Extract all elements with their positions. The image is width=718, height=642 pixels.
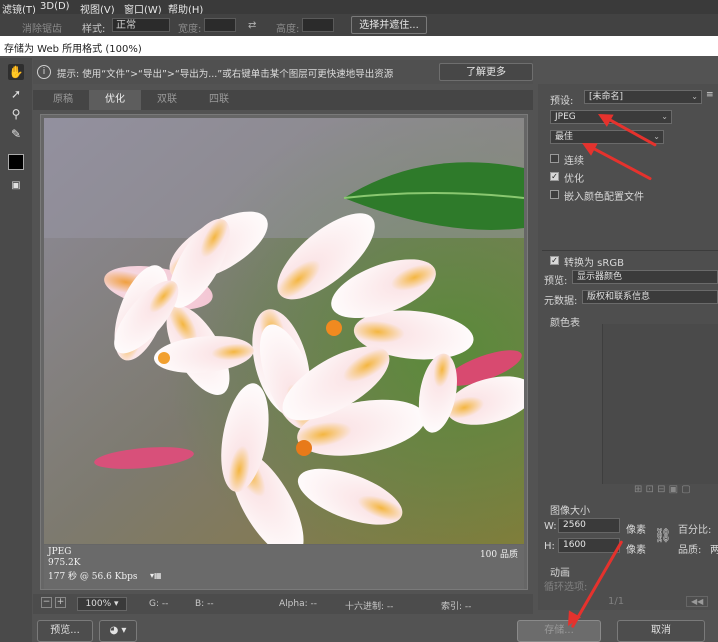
antialias-label: 消除锯齿 (22, 24, 62, 35)
tab-optimized[interactable]: 优化 (89, 90, 141, 110)
options-bar: 消除锯齿 样式: 正常 宽度: ⇄ 高度: 选择并遮住... (0, 14, 718, 36)
info-quality: 100 品质 (479, 550, 518, 560)
width-label: 宽度: (178, 24, 202, 35)
status-alpha: Alpha: -- (279, 599, 317, 609)
preset-label: 预设: (550, 96, 574, 107)
zoom-tool-icon[interactable]: ⚲ (8, 106, 24, 122)
chevron-down-icon: ⌄ (691, 92, 698, 101)
zoom-level-value: 100% (85, 599, 112, 609)
info-download-time: 177 秒 @ 56.6 Kbps (48, 572, 138, 582)
animation-label: 动画 (550, 568, 570, 579)
image-size-label: 图像大小 (550, 506, 590, 517)
tab-original[interactable]: 原稿 (37, 90, 89, 110)
zoom-in-icon[interactable]: + (55, 597, 66, 608)
info-icon: i (37, 65, 51, 79)
image-width-input[interactable]: 2560 (558, 518, 620, 533)
eyedropper-color-swatch[interactable] (8, 154, 24, 170)
preset-value: [未命名] (589, 92, 624, 102)
width-input[interactable] (204, 18, 236, 32)
height-px-label: H: (544, 541, 555, 552)
divider (542, 250, 718, 251)
preview-panel: JPEG 975.2K 177 秒 @ 56.6 Kbps ▾▦ 100 品质 (40, 114, 528, 590)
height-unit: 像素 (626, 545, 646, 556)
chevron-down-icon: ⌄ (661, 112, 668, 121)
left-toolbar: ✋ ➚ ⚲ ✎ ▣ (0, 58, 32, 642)
preview-image[interactable] (44, 118, 524, 544)
progressive-label: 连续 (564, 156, 584, 167)
swap-icon[interactable]: ⇄ (248, 20, 256, 31)
image-height-input[interactable]: 1600 (558, 538, 620, 553)
cancel-button[interactable]: 取消 (617, 620, 705, 642)
convert-srgb-checkbox[interactable]: ✓ (550, 256, 559, 265)
quality-preset-value: 最佳 (555, 132, 574, 142)
embed-profile-checkbox[interactable] (550, 190, 559, 199)
metadata-label: 元数据: (544, 296, 578, 307)
bottom-bar: 预览... ◕ ▾ 存储... 取消 (33, 616, 718, 642)
info-format: JPEG (48, 547, 72, 557)
optimized-checkbox[interactable]: ✓ (550, 172, 559, 181)
height-label: 高度: (276, 24, 300, 35)
view-tabs: 原稿 优化 双联 四联 (33, 90, 533, 110)
status-g: G: -- (149, 599, 169, 609)
style-label: 样式: (82, 24, 106, 35)
status-b: B: -- (195, 599, 214, 609)
height-input[interactable] (302, 18, 334, 32)
color-table-tools-icon[interactable]: ⊞ ⊡ ⊟ ▣ ▢ (634, 484, 691, 495)
chevron-down-icon: ⌄ (653, 132, 660, 141)
width-unit: 像素 (626, 525, 646, 536)
status-index: 索引: -- (441, 602, 472, 612)
tab-4-up[interactable]: 四联 (193, 90, 245, 110)
resample-quality-label: 品质: (678, 545, 702, 556)
frame-counter: 1/1 (608, 596, 625, 607)
preview-mode-label: 预览: (544, 276, 568, 287)
menu-bar: 滤镜(T) 3D(D) 视图(V) 窗口(W) 帮助(H) (0, 0, 718, 16)
resample-quality-value[interactable]: 两 (710, 541, 718, 556)
metadata-select[interactable]: 版权和联系信息 (582, 290, 718, 304)
zoom-level-select[interactable]: 100% ▾ (77, 597, 127, 611)
convert-srgb-label: 转换为 sRGB (564, 258, 624, 269)
slice-select-tool-icon[interactable]: ➚ (8, 86, 24, 102)
dialog-title: 存储为 Web 所用格式 (100%) (4, 44, 142, 55)
first-frame-icon[interactable]: ◀◀ (686, 596, 709, 607)
loop-options-label: 循环选项: (544, 582, 588, 593)
progressive-checkbox[interactable] (550, 154, 559, 163)
learn-more-button[interactable]: 了解更多 (439, 63, 533, 81)
status-bar: − + 100% ▾ G: -- B: -- Alpha: -- 十六进制: -… (33, 594, 533, 614)
preset-select[interactable]: [未命名] ⌄ (584, 90, 702, 104)
optimized-label: 优化 (564, 174, 584, 185)
file-format-value: JPEG (555, 112, 576, 122)
hand-tool-icon[interactable]: ✋ (8, 64, 24, 80)
optimize-settings-panel: 预设: [未命名] ⌄ ≡ JPEG ⌄ 最佳 ⌄ 连续 ✓ 优化 嵌入颜色配置文件 … (538, 84, 718, 610)
style-select[interactable]: 正常 (112, 18, 170, 32)
constrain-link-icon[interactable]: ⛓ (654, 528, 672, 544)
tab-2-up[interactable]: 双联 (141, 90, 193, 110)
status-hex: 十六进制: -- (345, 602, 394, 612)
browser-icon: ◕ ▾ (109, 625, 127, 636)
menu-3d[interactable]: 3D(D) (40, 1, 70, 12)
preview-info: JPEG 975.2K 177 秒 @ 56.6 Kbps ▾▦ 100 品质 (44, 545, 524, 589)
zoom-out-icon[interactable]: − (41, 597, 52, 608)
flower-photo (44, 118, 524, 544)
hint-bar: i 提示: 使用“文件”>“导出”>“导出为...”或右键单击某个图层可更快速地… (33, 60, 533, 84)
eyedropper-tool-icon[interactable]: ✎ (8, 126, 24, 142)
color-table-label: 颜色表 (550, 318, 580, 329)
select-and-mask-button[interactable]: 选择并遮住... (351, 16, 427, 34)
embed-profile-label: 嵌入颜色配置文件 (564, 192, 644, 203)
preview-mode-select[interactable]: 显示器颜色 (572, 270, 718, 284)
info-size: 975.2K (48, 558, 81, 568)
width-px-label: W: (544, 521, 557, 532)
download-speed-menu-icon[interactable]: ▾▦ (150, 571, 162, 580)
percent-label: 百分比: (678, 525, 712, 536)
color-table[interactable] (602, 324, 718, 484)
toggle-slices-icon[interactable]: ▣ (8, 178, 24, 194)
browser-select-button[interactable]: ◕ ▾ (99, 620, 137, 642)
hint-text: 提示: 使用“文件”>“导出”>“导出为...”或右键单击某个图层可更快速地导出… (57, 69, 394, 80)
save-button[interactable]: 存储... (517, 620, 601, 642)
panel-menu-icon[interactable]: ≡ (706, 90, 714, 100)
preview-in-browser-button[interactable]: 预览... (37, 620, 93, 642)
dialog-title-bar: 存储为 Web 所用格式 (100%) (0, 36, 718, 56)
